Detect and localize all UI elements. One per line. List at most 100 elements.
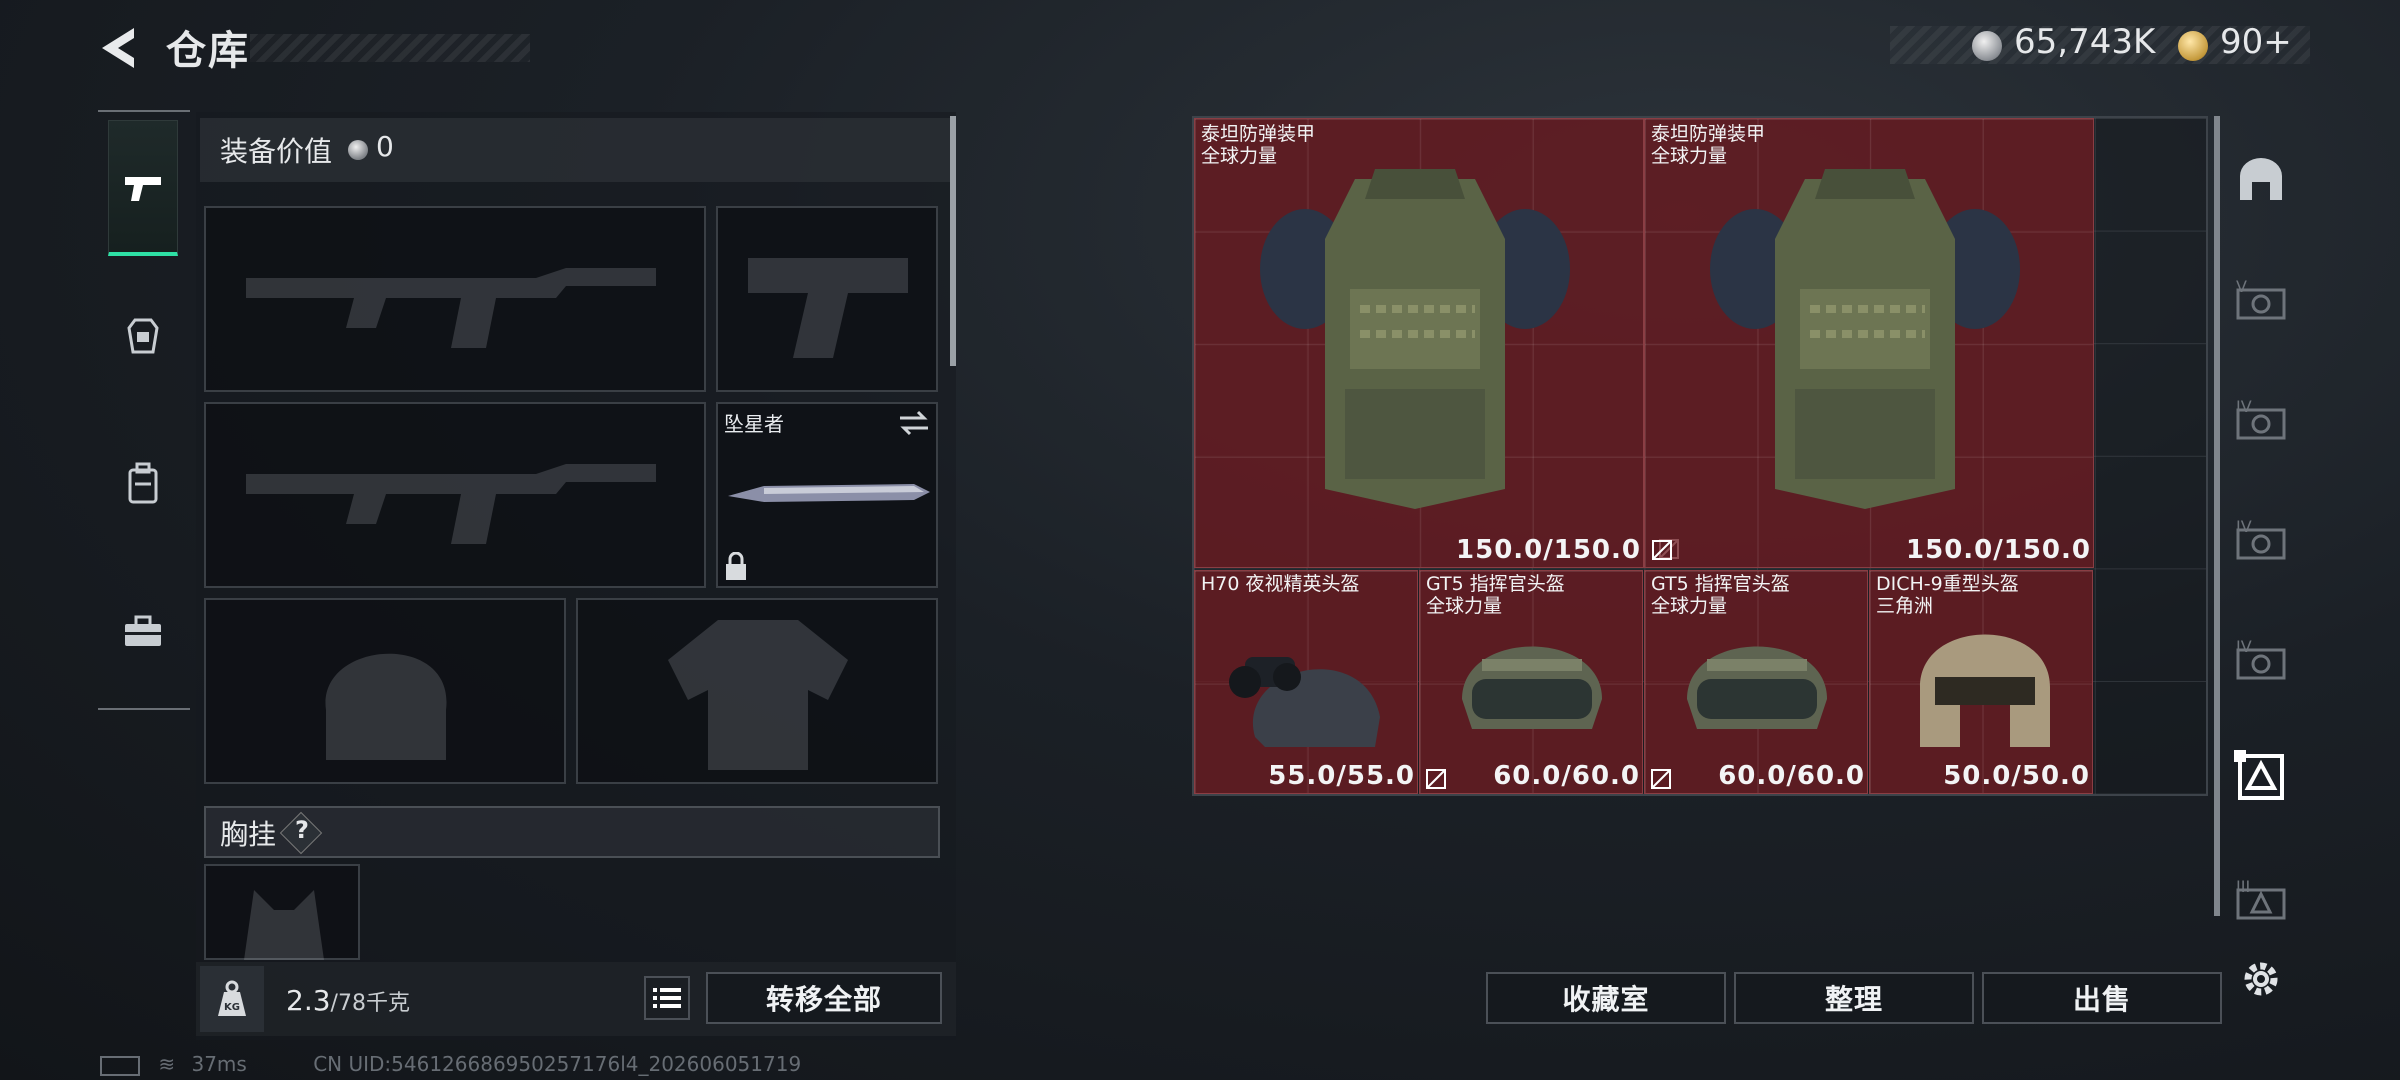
tab-storage-v[interactable]: V [2230,266,2292,328]
transfer-all-button[interactable]: 转移全部 [706,972,942,1024]
helmet-slot[interactable] [204,598,566,784]
secondary-weapon-slot[interactable] [204,402,706,588]
commander-helmet-image [1462,646,1602,729]
storage-box-icon: IV [2236,517,2286,560]
silver-coin-icon [1972,31,2002,61]
melee-name: 坠星者 [724,412,784,436]
battery-icon [100,1055,140,1076]
svg-text:KG: KG [224,1002,240,1013]
body-armor-image [1710,169,2020,509]
stash-item-armor[interactable]: 泰坦防弹装甲 全球力量 150.0/150.0 [1194,118,1679,568]
item-durability: 150.0/150.0 [1906,535,2091,565]
item-name: GT5 指挥官头盔 [1426,573,1565,595]
sort-button[interactable]: 整理 [1734,972,1974,1024]
storage-box-icon: IV [2236,637,2286,680]
item-name: 泰坦防弹装甲 [1201,123,1316,145]
swap-icon[interactable] [898,410,930,436]
collection-room-button[interactable]: 收藏室 [1486,972,1726,1024]
weight-current: 2.3 [286,984,331,1017]
stash-item-helmet[interactable]: H70 夜视精英头盔 55.0/55.0 [1194,570,1418,794]
stash-item-helmet[interactable]: DICH-9重型头盔 三角洲 50.0/50.0 [1869,570,2093,794]
item-durability: 60.0/60.0 [1718,761,1865,791]
pistol-icon [125,176,161,201]
no-repair-icon [1651,769,1671,789]
melee-weapon-image [728,484,930,502]
silver-coin-icon [348,140,368,160]
item-name: H70 夜视精英头盔 [1201,573,1360,595]
stash-scrollbar[interactable] [2214,116,2220,916]
chest-rig-slot[interactable] [204,864,360,960]
help-mark: ? [295,816,309,844]
item-durability: 50.0/50.0 [1943,761,2090,791]
page-title: 仓库 [166,28,250,74]
commander-helmet-image [1687,646,1827,729]
stash-item-helmet[interactable]: GT5 指挥官头盔 全球力量 60.0/60.0 [1644,570,1868,794]
tab-storage-iv-b[interactable]: IV [2230,506,2292,568]
equipment-value: 0 [376,130,394,163]
weight-icon: KG [218,980,246,1016]
rifle-silhouette-icon [246,268,656,348]
heavy-helmet-image [1920,634,2050,747]
tab-storage-iv-a[interactable]: IV [2230,386,2292,448]
loadout-scrollbar[interactable] [950,116,956,366]
list-icon [653,988,681,1008]
backpack-icon [128,462,158,504]
tab-armor[interactable] [108,268,178,404]
no-repair-icon [1426,769,1446,789]
stash-item-helmet[interactable]: GT5 指挥官头盔 全球力量 60.0/60.0 [1419,570,1643,794]
armor-silhouette-icon [668,620,848,770]
helmet-silhouette-icon [325,653,447,760]
status-line: ≋ 37ms CN UID:546126686950257176l4_20260… [100,1052,801,1076]
tab-storage-iv-c[interactable]: IV [2230,626,2292,688]
primary-weapon-slot[interactable] [204,206,706,392]
item-durability: 150.0/150.0 [1456,535,1641,565]
pistol-silhouette-icon [748,258,908,358]
sell-button[interactable]: 出售 [1982,972,2222,1024]
list-view-button[interactable] [644,976,690,1020]
body-armor-image [1260,169,1570,509]
weight-max: /78千克 [330,991,410,1016]
tab-storage-iii[interactable]: III [2230,866,2292,928]
item-name: GT5 指挥官头盔 [1651,573,1790,595]
chest-rig-label: 胸挂 [220,818,277,851]
stash-item-armor[interactable]: 泰坦防弹装甲 全球力量 150.0/150.0 [1644,118,2094,568]
item-durability: 55.0/55.0 [1268,761,1415,791]
chevron-left-icon [102,28,134,68]
back-button[interactable] [96,22,144,74]
melee-slot[interactable]: 坠星者 [716,402,938,588]
tab-toolbox[interactable] [108,564,178,700]
settings-button[interactable] [2230,948,2292,1010]
ticket-amount[interactable]: 90+ [2220,22,2292,62]
wifi-icon: ≋ [158,1052,176,1076]
storage-box-icon: IV [2236,397,2286,440]
stash-home-icon [2240,158,2282,200]
item-durability: 60.0/60.0 [1493,761,1640,791]
sidearm-slot[interactable] [716,206,938,392]
user-uid: CN UID:546126686950257176l4_202606051719 [313,1052,802,1076]
tab-armor-filter[interactable] [2230,746,2292,808]
tab-all-stash[interactable] [2230,148,2292,210]
armor-filter-icon [2234,750,2284,800]
rifle-silhouette-icon [246,464,656,544]
storage-box-icon: V [2236,277,2286,320]
chest-rig-silhouette-icon [244,890,324,960]
night-vision-helmet-image [1229,657,1380,747]
weight-box: KG [200,966,264,1032]
storage-box-icon: III [2236,877,2286,920]
title-decoration [250,34,530,62]
tab-weapons[interactable] [108,120,178,256]
money-amount[interactable]: 65,743K [2014,22,2155,62]
gold-ticket-icon [2178,31,2208,61]
tab-backpack[interactable] [108,416,178,552]
item-name: 泰坦防弹装甲 [1651,123,1766,145]
item-name: DICH-9重型头盔 [1876,573,2019,595]
lock-icon [726,552,746,580]
equipment-value-label: 装备价值 [220,135,333,168]
toolbox-icon [125,615,161,646]
gear-icon [2244,962,2278,996]
no-repair-icon [1652,540,1672,560]
armor-icon [127,318,159,354]
armor-slot[interactable] [576,598,938,784]
ping: 37ms [191,1052,247,1076]
carry-weight: 2.3/78千克 [286,984,410,1017]
